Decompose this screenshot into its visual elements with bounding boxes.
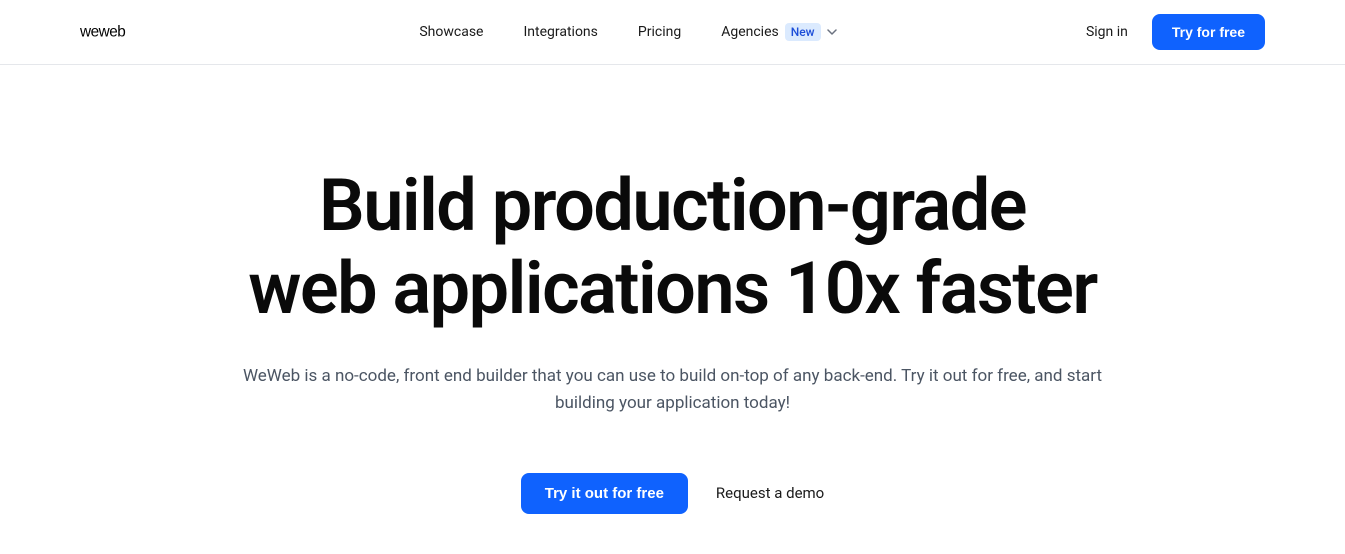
- weweb-logo-icon: weweb: [80, 22, 170, 42]
- nav-agencies-label: Agencies: [721, 24, 779, 40]
- nav-agencies[interactable]: Agencies New: [721, 23, 836, 41]
- nav-showcase[interactable]: Showcase: [419, 24, 483, 40]
- svg-text:weweb: weweb: [80, 24, 125, 41]
- hero-try-free-button[interactable]: Try it out for free: [521, 473, 688, 514]
- signin-label: Sign in: [1086, 24, 1128, 40]
- header-actions: Sign in Try for free: [1086, 14, 1265, 50]
- nav-pricing[interactable]: Pricing: [638, 24, 681, 40]
- chevron-down-icon: [827, 27, 837, 37]
- try-free-button[interactable]: Try for free: [1152, 14, 1265, 50]
- request-demo-link[interactable]: Request a demo: [716, 484, 824, 502]
- hero-actions: Try it out for free Request a demo: [163, 473, 1183, 514]
- brand-logo[interactable]: weweb: [80, 22, 170, 42]
- request-demo-label: Request a demo: [716, 484, 824, 502]
- nav-pricing-label: Pricing: [638, 24, 681, 40]
- nav-integrations-label: Integrations: [523, 24, 597, 40]
- site-header: weweb Showcase Integrations Pricing Agen…: [0, 0, 1345, 65]
- nav-integrations[interactable]: Integrations: [523, 24, 597, 40]
- hero-title-line1: Build production-grade: [319, 163, 1026, 248]
- new-badge: New: [785, 23, 821, 41]
- hero-subtitle: WeWeb is a no-code, front end builder th…: [213, 363, 1133, 417]
- hero-title: Build production-grade web applications …: [163, 165, 1183, 331]
- signin-link[interactable]: Sign in: [1086, 24, 1128, 40]
- nav-showcase-label: Showcase: [419, 24, 483, 40]
- main-nav: Showcase Integrations Pricing Agencies N…: [419, 23, 836, 41]
- hero-title-line2: web applications 10x faster: [248, 246, 1097, 331]
- hero-section: Build production-grade web applications …: [123, 65, 1223, 554]
